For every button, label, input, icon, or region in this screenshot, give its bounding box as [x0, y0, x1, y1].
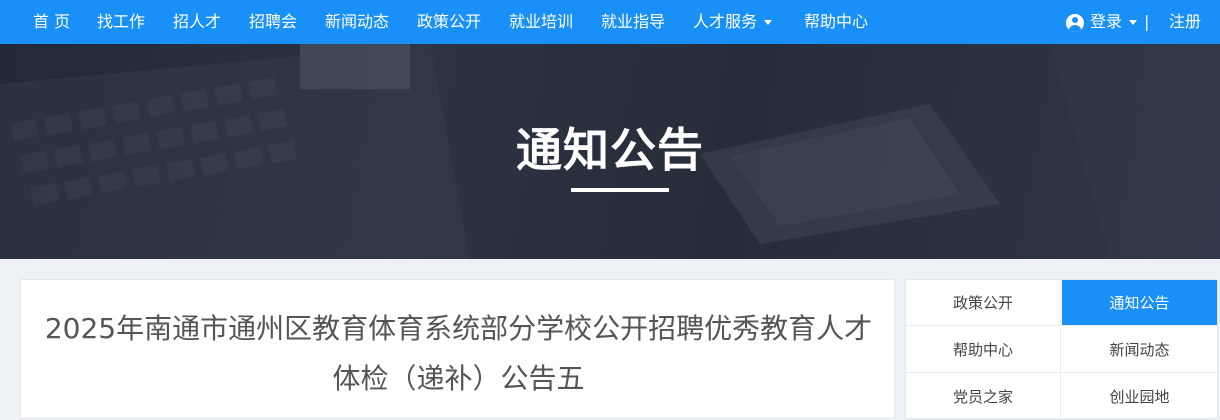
chevron-down-icon [1129, 20, 1138, 25]
page-title: 通知公告 [516, 123, 704, 177]
nav-item-job-fair[interactable]: 招聘会 [249, 0, 297, 44]
register-link[interactable]: 注册 [1169, 0, 1201, 44]
sidebar-item-party-members[interactable]: 党员之家 [906, 374, 1061, 420]
sidebar-item-policy[interactable]: 政策公开 [906, 280, 1061, 326]
nav-item-recruit-talent[interactable]: 招人才 [173, 0, 221, 44]
user-icon [1066, 13, 1084, 32]
nav-separator: | [1144, 12, 1150, 31]
sidebar-item-entrepreneurship[interactable]: 创业园地 [1062, 374, 1217, 420]
article-title: 2025年南通市通州区教育体育系统部分学校公开招聘优秀教育人才体检（递补）公告五 [44, 312, 873, 395]
article-card: 2025年南通市通州区教育体育系统部分学校公开招聘优秀教育人才体检（递补）公告五 [20, 279, 895, 419]
nav-item-home[interactable]: 首 页 [33, 0, 70, 44]
sidebar-category-grid: 政策公开 通知公告 帮助中心 新闻动态 党员之家 创业园地 [905, 279, 1218, 420]
page-banner: 通知公告 [0, 44, 1220, 259]
nav-item-news[interactable]: 新闻动态 [325, 0, 389, 44]
nav-item-talent-service-label: 人才服务 [693, 12, 758, 31]
sidebar-item-help[interactable]: 帮助中心 [906, 327, 1061, 373]
top-navigation-bar: 首 页 找工作 招人才 招聘会 新闻动态 政策公开 就业培训 就业指导 人才服务… [0, 0, 1220, 44]
chevron-down-icon [764, 20, 773, 25]
login-label: 登录 [1090, 12, 1123, 31]
sidebar-item-notices[interactable]: 通知公告 [1062, 280, 1217, 326]
nav-item-help[interactable]: 帮助中心 [804, 0, 868, 44]
title-underline [571, 188, 669, 192]
nav-item-guidance[interactable]: 就业指导 [601, 0, 665, 44]
nav-item-talent-service[interactable]: 人才服务 [693, 0, 773, 44]
nav-item-find-job[interactable]: 找工作 [97, 0, 145, 44]
nav-item-training[interactable]: 就业培训 [509, 0, 573, 44]
nav-item-policy[interactable]: 政策公开 [417, 0, 481, 44]
sidebar-item-news[interactable]: 新闻动态 [1062, 327, 1217, 373]
login-button[interactable]: 登录 [1066, 0, 1138, 44]
